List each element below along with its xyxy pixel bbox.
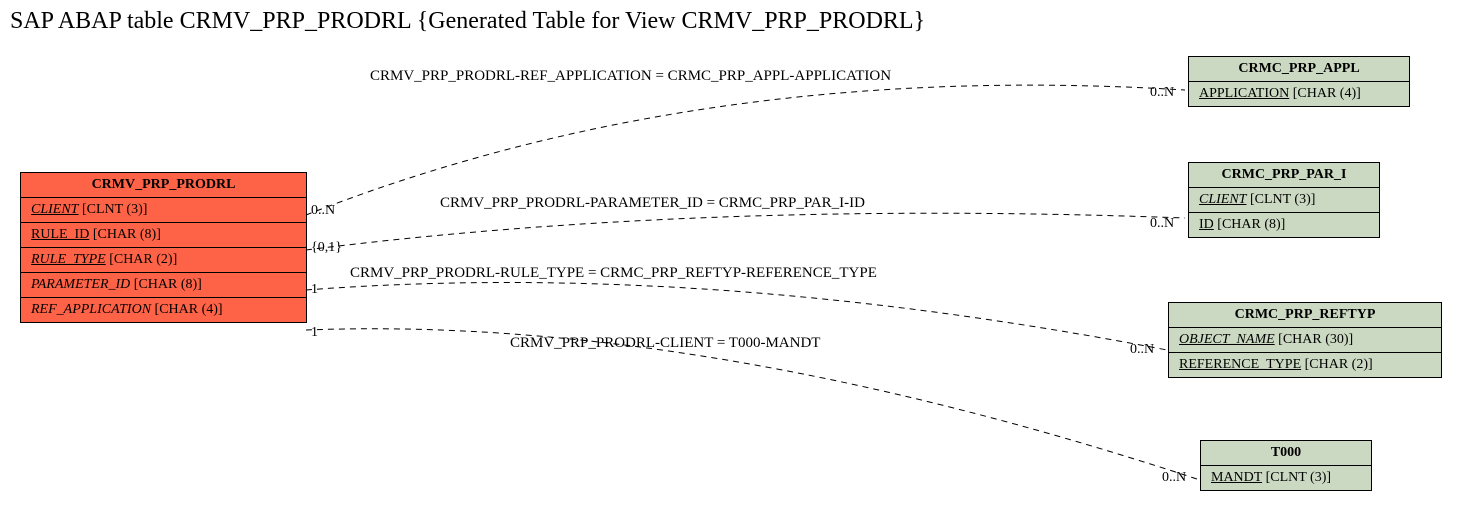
connection-label: CRMV_PRP_PRODRL-CLIENT = T000-MANDT (510, 335, 820, 352)
entity-header: CRMV_PRP_PRODRL (21, 173, 306, 198)
cardinality-left: 1 (311, 325, 318, 341)
entity-field: RULE_ID [CHAR (8)] (21, 223, 306, 248)
entity-field: APPLICATION [CHAR (4)] (1189, 82, 1409, 106)
entity-field: REFERENCE_TYPE [CHAR (2)] (1169, 353, 1441, 377)
cardinality-right: 0..N (1162, 470, 1186, 486)
entity-field: PARAMETER_ID [CHAR (8)] (21, 273, 306, 298)
entity-field: CLIENT [CLNT (3)] (1189, 188, 1379, 213)
entity-field: RULE_TYPE [CHAR (2)] (21, 248, 306, 273)
entity-crmc-prp-par-i: CRMC_PRP_PAR_I CLIENT [CLNT (3)] ID [CHA… (1188, 162, 1380, 238)
cardinality-left: 0..N (311, 203, 335, 219)
entity-field: CLIENT [CLNT (3)] (21, 198, 306, 223)
connection-label: CRMV_PRP_PRODRL-PARAMETER_ID = CRMC_PRP_… (440, 195, 865, 212)
entity-header: CRMC_PRP_APPL (1189, 57, 1409, 82)
entity-crmv-prp-prodrl: CRMV_PRP_PRODRL CLIENT [CLNT (3)] RULE_I… (20, 172, 307, 323)
cardinality-left: {0,1} (311, 240, 342, 256)
cardinality-right: 0..N (1150, 85, 1174, 101)
entity-crmc-prp-appl: CRMC_PRP_APPL APPLICATION [CHAR (4)] (1188, 56, 1410, 107)
entity-field: MANDT [CLNT (3)] (1201, 466, 1371, 490)
entity-field: OBJECT_NAME [CHAR (30)] (1169, 328, 1441, 353)
entity-t000: T000 MANDT [CLNT (3)] (1200, 440, 1372, 491)
connection-label: CRMV_PRP_PRODRL-REF_APPLICATION = CRMC_P… (370, 68, 891, 85)
entity-header: CRMC_PRP_REFTYP (1169, 303, 1441, 328)
cardinality-right: 0..N (1130, 342, 1154, 358)
entity-crmc-prp-reftyp: CRMC_PRP_REFTYP OBJECT_NAME [CHAR (30)] … (1168, 302, 1442, 378)
entity-field: REF_APPLICATION [CHAR (4)] (21, 298, 306, 322)
entity-field: ID [CHAR (8)] (1189, 213, 1379, 237)
cardinality-left: 1 (311, 282, 318, 298)
page-title: SAP ABAP table CRMV_PRP_PRODRL {Generate… (10, 8, 925, 35)
entity-header: T000 (1201, 441, 1371, 466)
cardinality-right: 0..N (1150, 216, 1174, 232)
connection-label: CRMV_PRP_PRODRL-RULE_TYPE = CRMC_PRP_REF… (350, 265, 877, 282)
entity-header: CRMC_PRP_PAR_I (1189, 163, 1379, 188)
